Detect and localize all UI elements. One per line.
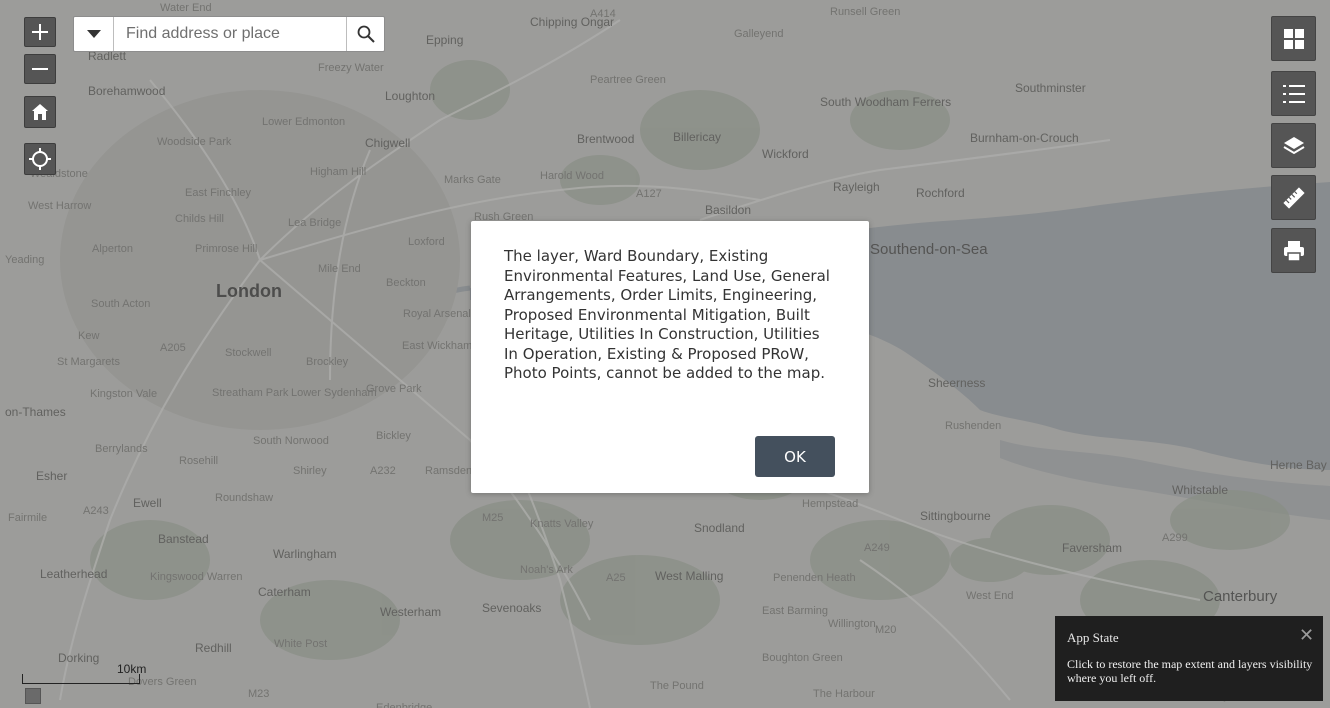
- zoom-in-button[interactable]: [24, 17, 56, 47]
- search-widget: [73, 16, 385, 52]
- scale-bar: [22, 674, 140, 684]
- ok-button[interactable]: OK: [755, 436, 835, 477]
- basemap-gallery-button[interactable]: [1271, 16, 1316, 61]
- app-state-toast[interactable]: App State ✕ Click to restore the map ext…: [1055, 616, 1323, 701]
- print-icon: [1283, 240, 1304, 262]
- legend-icon: [1282, 84, 1305, 103]
- error-dialog: The layer, Ward Boundary, Existing Envir…: [471, 221, 869, 493]
- home-icon: [32, 104, 48, 120]
- legend-button[interactable]: [1271, 71, 1316, 116]
- search-source-dropdown[interactable]: [74, 17, 114, 51]
- caret-down-icon: [86, 29, 101, 38]
- home-button[interactable]: [24, 96, 56, 128]
- dialog-message: The layer, Ward Boundary, Existing Envir…: [504, 247, 830, 382]
- plus-icon: [32, 24, 48, 40]
- search-button[interactable]: [346, 17, 384, 51]
- close-icon[interactable]: ✕: [1299, 625, 1314, 646]
- locate-icon: [29, 148, 51, 170]
- toast-title: App State: [1067, 630, 1119, 645]
- layers-icon: [1282, 136, 1305, 154]
- locate-button[interactable]: [24, 143, 56, 175]
- toast-message: Click to restore the map extent and laye…: [1067, 657, 1313, 685]
- measure-icon: [1282, 186, 1305, 209]
- print-button[interactable]: [1271, 228, 1316, 273]
- search-icon: [357, 25, 375, 43]
- search-input[interactable]: [114, 17, 346, 51]
- zoom-out-button[interactable]: [24, 54, 56, 84]
- minus-icon: [32, 68, 48, 70]
- overview-toggle-button[interactable]: [25, 688, 41, 704]
- measure-button[interactable]: [1271, 175, 1316, 220]
- basemap-gallery-icon: [1283, 28, 1304, 49]
- layer-list-button[interactable]: [1271, 123, 1316, 168]
